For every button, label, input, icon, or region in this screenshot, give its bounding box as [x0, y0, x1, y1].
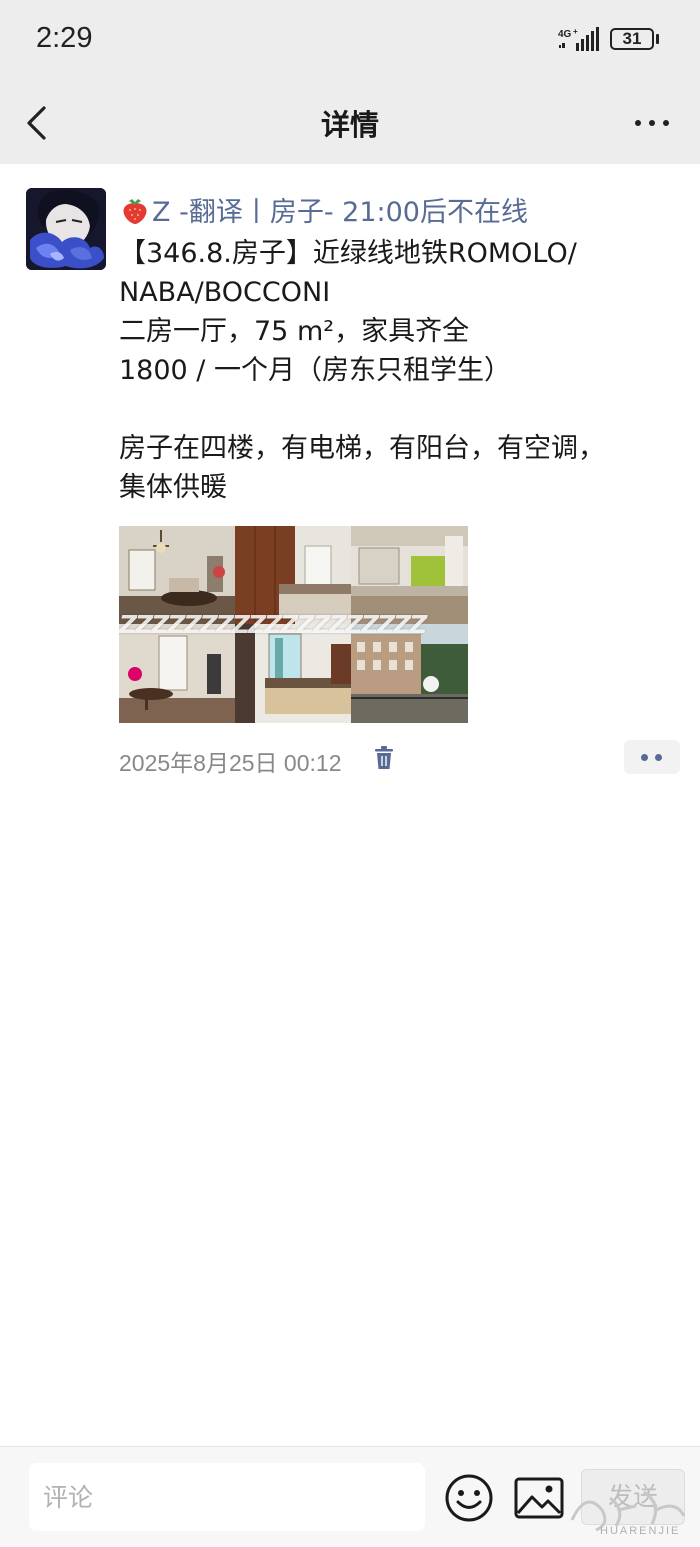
avatar[interactable]	[26, 188, 106, 270]
emoji-icon[interactable]	[444, 1473, 494, 1523]
post-line-blank	[119, 390, 679, 429]
comment-dots-icon[interactable]	[624, 740, 680, 774]
post-line: 【346.8.房子】近绿线地铁ROMOLO/	[119, 238, 577, 269]
signal-icon: 4G +	[558, 27, 599, 51]
photo-bedroom-2[interactable]	[235, 624, 351, 723]
author-name[interactable]: Z -翻译丨房子- 21:00后不在线	[120, 190, 528, 229]
post-line: 1800 / 一个月（房东只租学生）	[119, 355, 511, 386]
image-icon[interactable]	[514, 1477, 564, 1519]
post-line: 集体供暖	[119, 472, 227, 503]
photo-grid: ZZZZZZZZZZZZZZZZZZZ	[119, 526, 468, 723]
photo-living-room[interactable]	[119, 526, 235, 624]
author-name-text: Z -翻译丨房子- 21:00后不在线	[152, 197, 528, 228]
photo-watermark: ZZZZZZZZZZZZZZZZZZZ	[119, 612, 427, 638]
post-timestamp: 2025年8月25日 00:12	[119, 750, 342, 776]
network-label: 4G	[558, 29, 572, 40]
photo-dining-room[interactable]	[119, 624, 235, 723]
photo-balcony[interactable]	[351, 624, 468, 723]
post-line: 二房一厅，75 m²，家具齐全	[119, 316, 470, 347]
photo-bedroom[interactable]	[235, 526, 351, 624]
svg-text:+: +	[573, 27, 578, 36]
comment-input[interactable]	[29, 1463, 425, 1531]
status-time: 2:29	[36, 22, 93, 54]
comment-bar: 发送	[0, 1446, 700, 1547]
battery-tip	[656, 34, 659, 44]
photo-kitchen[interactable]	[351, 526, 468, 624]
page-title: 详情	[320, 108, 379, 142]
send-button[interactable]: 发送	[581, 1469, 685, 1525]
nav-bar: 详情	[0, 82, 700, 164]
strawberry-icon	[123, 199, 147, 224]
post-content: 【346.8.房子】近绿线地铁ROMOLO/ NABA/BOCCONI 二房一厅…	[119, 234, 679, 507]
battery-icon: 31	[610, 28, 654, 50]
post-line: 房子在四楼，有电梯，有阳台，有空调，	[119, 433, 605, 464]
status-bar: 2:29 4G + 31	[0, 0, 700, 82]
post-line: NABA/BOCCONI	[119, 277, 331, 308]
more-dots-icon[interactable]	[630, 108, 674, 138]
trash-icon[interactable]	[373, 745, 395, 771]
